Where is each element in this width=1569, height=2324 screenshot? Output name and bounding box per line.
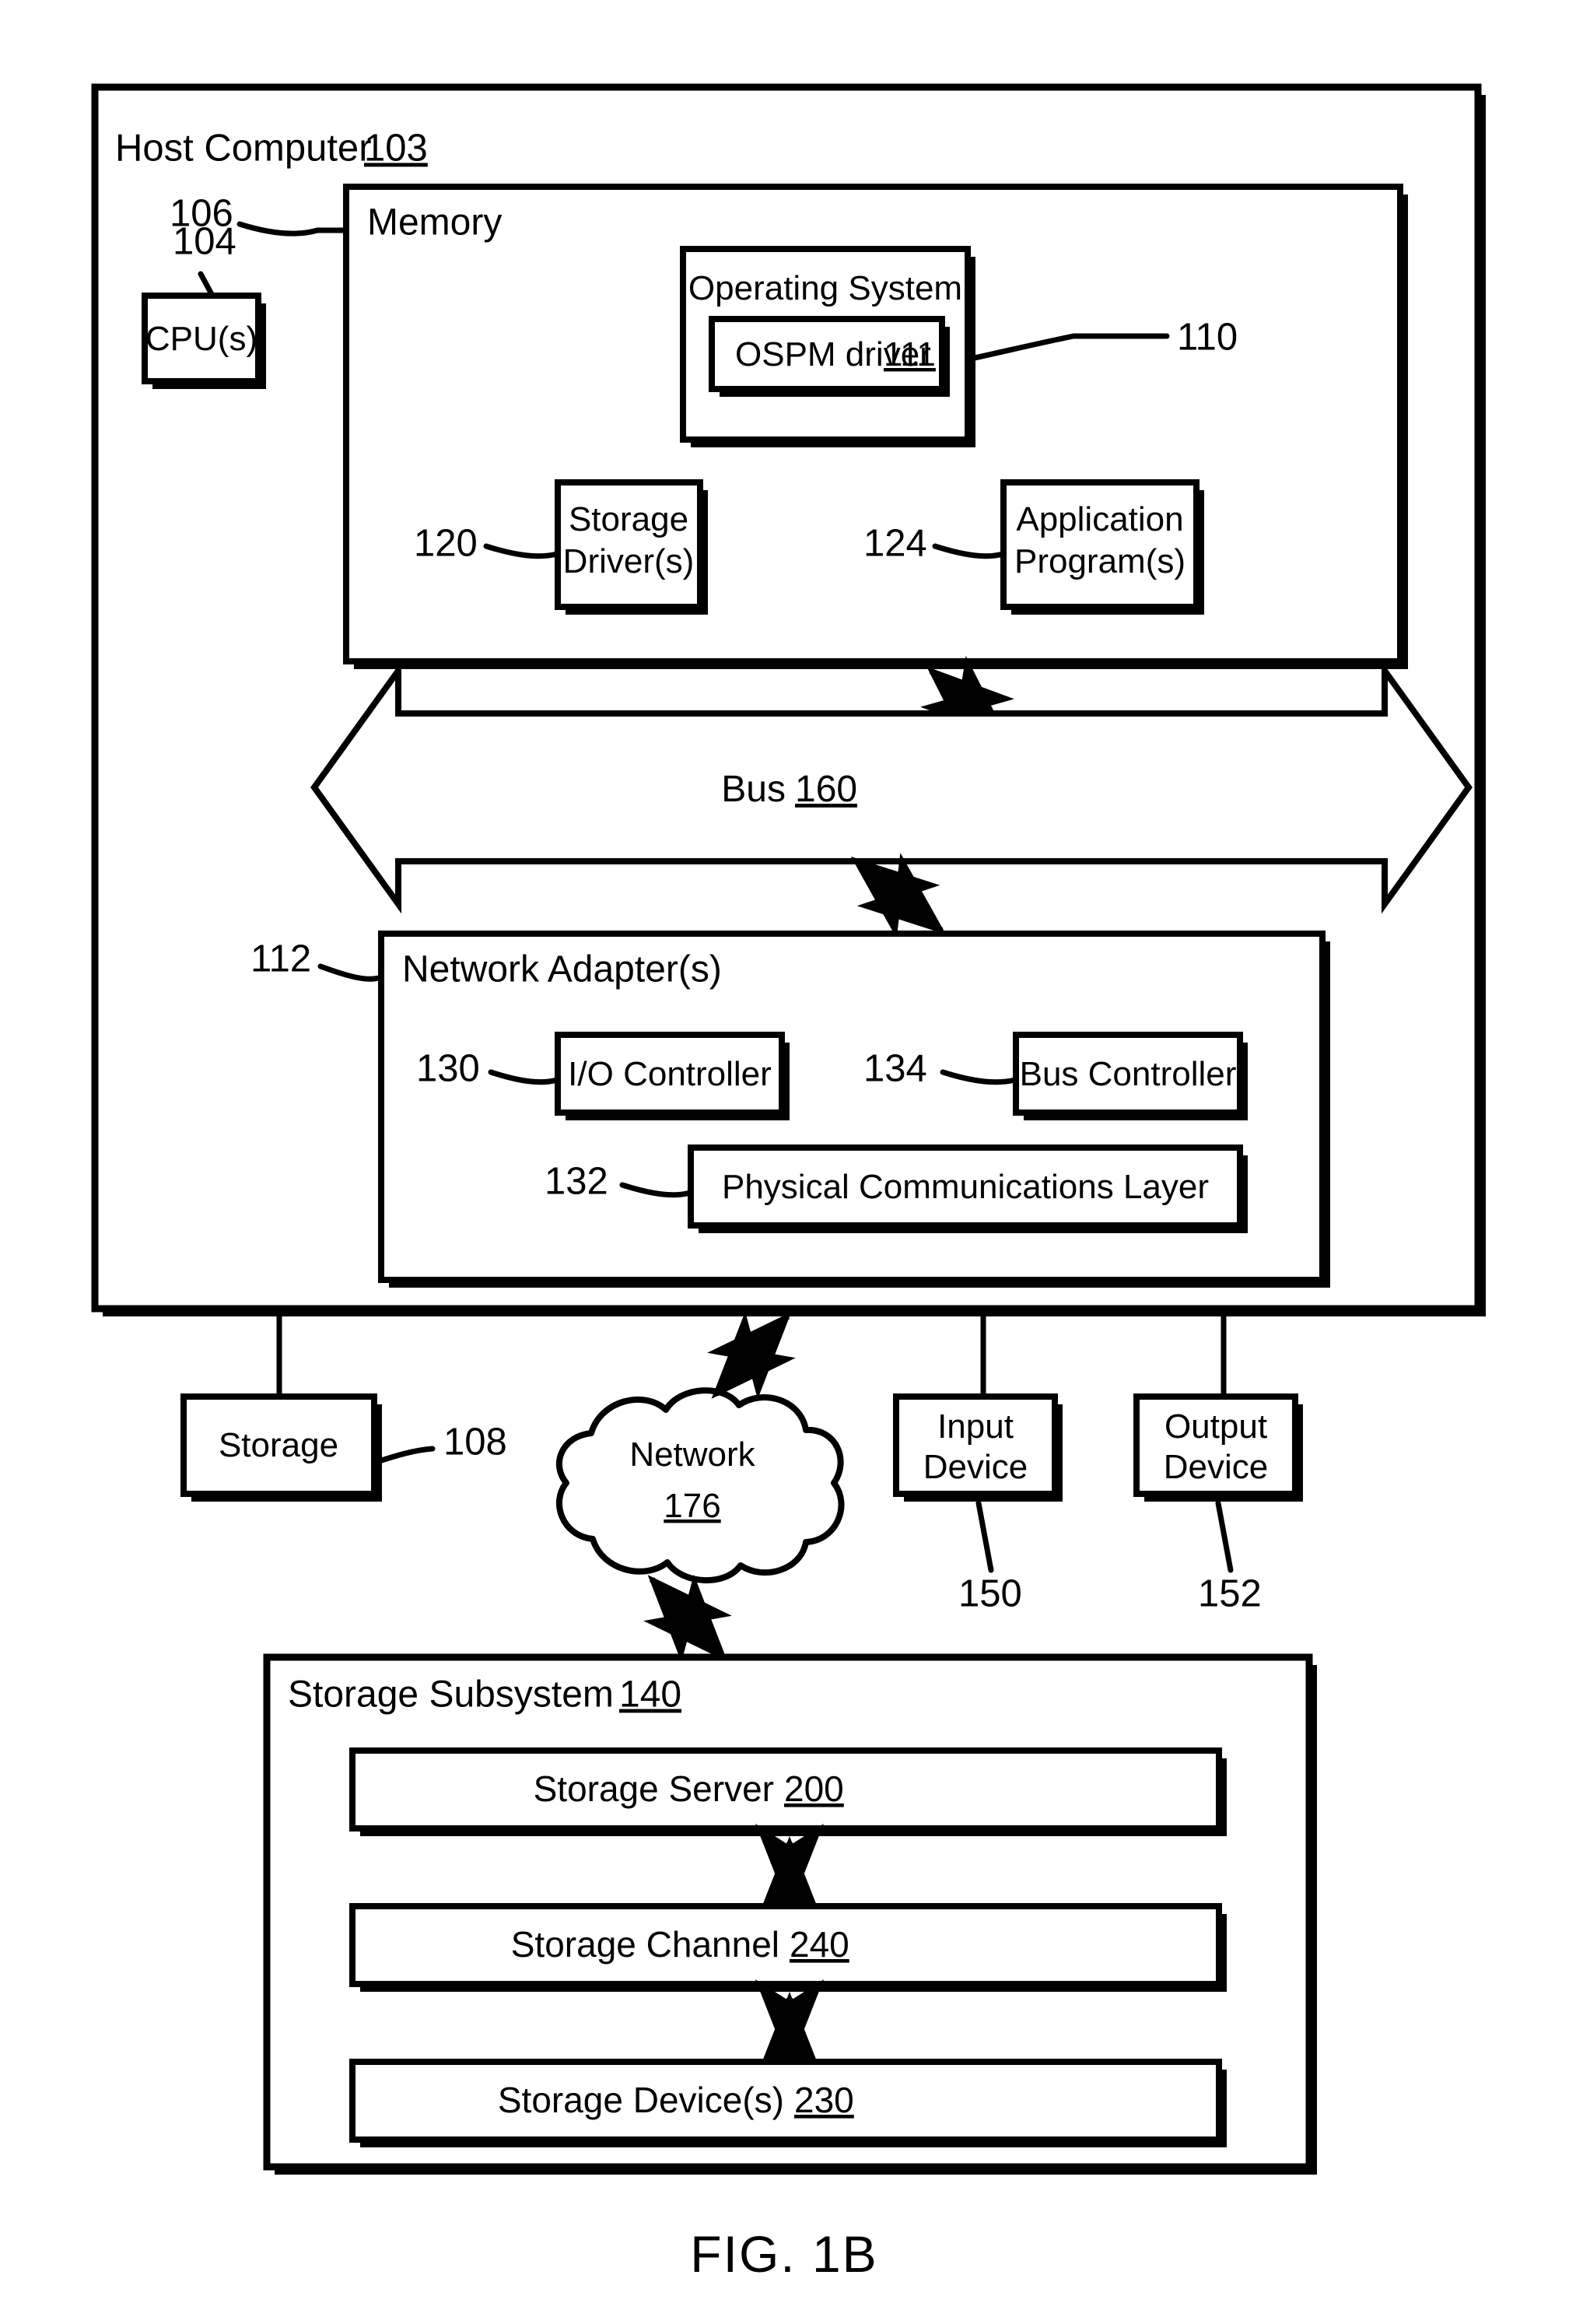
storage-subsystem-title: Storage Subsystem [288, 1674, 614, 1716]
operating-system-label: Operating System [688, 269, 962, 307]
network-cloud [556, 1387, 845, 1583]
network-ref: 176 [664, 1487, 720, 1525]
network-adapter-title: Network Adapter(s) [402, 949, 722, 990]
figure-caption: FIG. 1B [690, 2225, 877, 2283]
storage-driver-label-line2: Driver(s) [563, 542, 695, 580]
storage-devices-ref: 230 [794, 2080, 854, 2120]
patent-figure-1b: Host Computer 103 Memory 106 CPU(s) 104 … [0, 0, 1569, 2324]
output-device-label-line2: Device [1164, 1448, 1269, 1486]
storage-server-label: Storage Server [534, 1768, 774, 1809]
bus-controller-label: Bus Controller [1020, 1055, 1237, 1093]
application-program-label-line1: Application [1016, 500, 1183, 538]
input-device-label-line2: Device [923, 1448, 1028, 1486]
network-label: Network [629, 1435, 755, 1474]
storage-server-ref: 200 [784, 1768, 844, 1809]
bus-label: Bus [721, 769, 786, 810]
physical-communications-layer-label: Physical Communications Layer [722, 1168, 1209, 1206]
host-computer-ref: 103 [364, 127, 428, 169]
io-controller-ref: 130 [416, 1047, 480, 1089]
diagram-canvas: Host Computer 103 Memory 106 CPU(s) 104 … [0, 0, 1569, 2324]
network-adapter-ref: 112 [250, 938, 311, 980]
storage-label: Storage [219, 1426, 338, 1464]
storage-channel-label: Storage Channel [511, 1924, 779, 1965]
storage-ref: 108 [443, 1421, 507, 1463]
storage-driver-label-line1: Storage [569, 500, 688, 538]
storage-devices-label: Storage Device(s) [498, 2080, 784, 2120]
application-program-ref: 124 [863, 522, 927, 564]
input-device-label-line1: Input [937, 1407, 1014, 1446]
input-device-ref: 150 [958, 1572, 1022, 1614]
output-device-label-line1: Output [1164, 1407, 1267, 1446]
io-controller-label: I/O Controller [568, 1055, 772, 1093]
ospm-driver-ref: 111 [884, 335, 936, 373]
memory-title: Memory [367, 202, 502, 244]
storage-channel-ref: 240 [790, 1924, 849, 1965]
storage-driver-ref: 120 [414, 522, 478, 564]
storage-devices-box [349, 2059, 1227, 2147]
host-computer-title: Host Computer [115, 127, 372, 169]
cpu-label: CPU(s) [145, 320, 257, 358]
cpu-ref: 104 [173, 220, 236, 262]
output-device-ref: 152 [1198, 1572, 1262, 1614]
storage-subsystem-ref: 140 [619, 1674, 681, 1716]
bus-ref: 160 [795, 769, 857, 810]
application-program-label-line2: Program(s) [1014, 542, 1186, 580]
physical-communications-layer-ref: 132 [545, 1160, 608, 1202]
operating-system-ref: 110 [1177, 316, 1238, 358]
bus-controller-ref: 134 [863, 1047, 927, 1089]
